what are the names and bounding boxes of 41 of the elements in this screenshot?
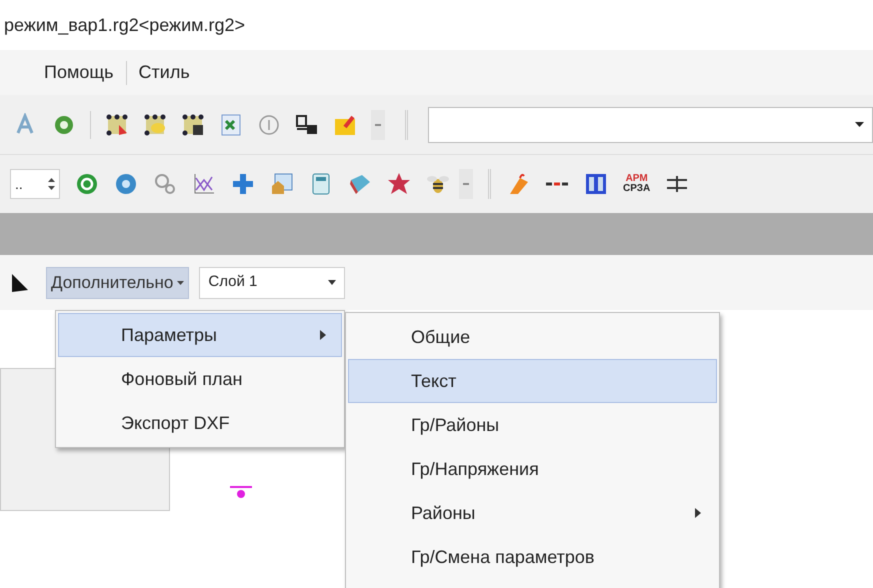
spin-arrows-icon: [48, 177, 55, 191]
power-icon[interactable]: [75, 172, 99, 196]
dropdown-arrow-icon: [855, 122, 864, 127]
relay-panel-icon[interactable]: [584, 172, 608, 196]
spin-box[interactable]: ..: [10, 169, 60, 199]
info-icon[interactable]: [257, 112, 281, 136]
spreadsheet-icon[interactable]: [219, 112, 243, 136]
line-chart-icon[interactable]: [192, 172, 216, 196]
caret-icon: [177, 280, 184, 284]
network-icon[interactable]: [295, 112, 319, 136]
plus-icon[interactable]: [231, 172, 255, 196]
overflow-button[interactable]: [459, 169, 473, 199]
menu-item[interactable]: Районы: [348, 491, 717, 535]
menu-item[interactable]: Общие: [348, 315, 717, 359]
grid-edit-icon[interactable]: [105, 112, 129, 136]
eraser-icon[interactable]: [348, 172, 372, 196]
gears-icon[interactable]: [153, 172, 177, 196]
sync-icon[interactable]: [114, 172, 138, 196]
house-window-icon[interactable]: [270, 172, 294, 196]
submenu-arrow-icon: [694, 508, 702, 518]
overflow-button[interactable]: [371, 110, 385, 140]
menu-item[interactable]: Текст: [348, 359, 717, 403]
menu-item[interactable]: Параметры: [58, 313, 342, 357]
pointer-icon[interactable]: [12, 274, 28, 292]
dropdown-arrow-icon: [328, 280, 336, 285]
submenu-arrow-icon: [319, 330, 327, 340]
star-burst-icon[interactable]: [387, 172, 411, 196]
menu-item[interactable]: Фоновый план: [58, 357, 342, 401]
menu-item[interactable]: Гр/Смена параметров: [348, 535, 717, 579]
menu-bar-item[interactable]: Стиль: [134, 59, 194, 86]
grid-save-icon[interactable]: [181, 112, 205, 136]
menu-item[interactable]: Экспорт DXF: [58, 401, 342, 445]
node-symbol-icon: [230, 485, 252, 499]
layer-combo[interactable]: Слой 1: [199, 266, 346, 298]
arm-srza-icon[interactable]: АРМ СРЗА: [623, 174, 650, 194]
grid-open-icon[interactable]: [143, 112, 167, 136]
menu-item[interactable]: Гр/Напряжения: [348, 447, 717, 491]
menu-bar-item[interactable]: Помощь: [40, 59, 118, 86]
extra-menu-button[interactable]: Дополнительно: [46, 266, 190, 298]
menu-item[interactable]: Гр/Районы: [348, 403, 717, 447]
window-title: режим_вар1.rg2<режим.rg2>: [4, 14, 246, 37]
